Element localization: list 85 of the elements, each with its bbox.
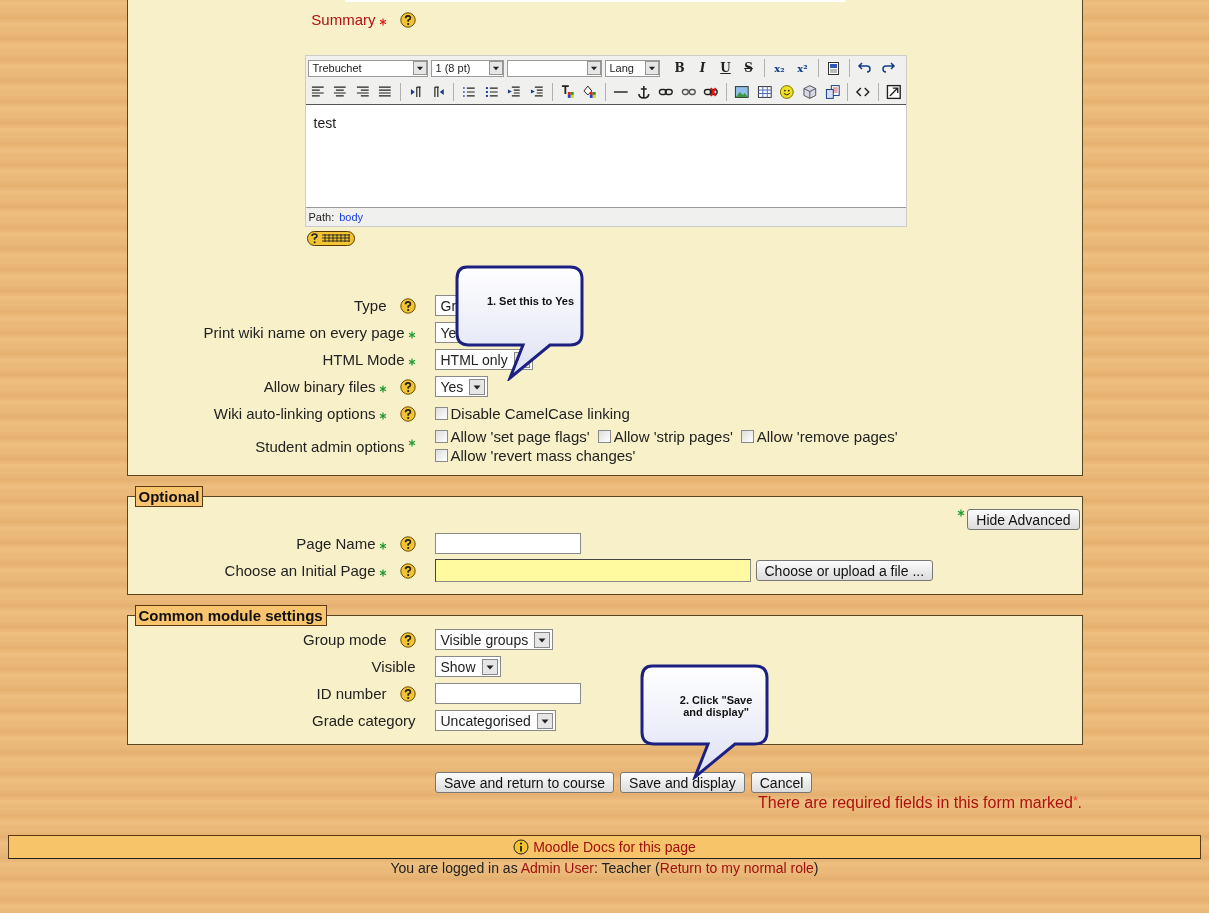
choose-file-button[interactable]: Choose or upload a file ... [755, 560, 934, 581]
callout-tooltip-text: 1. Set this to Yes [485, 295, 576, 307]
login-info: You are logged in as Admin User: Teacher (Return to my normal role) [389, 860, 820, 876]
required-icon [378, 569, 387, 577]
caret-icon [412, 61, 427, 75]
checkbox[interactable] [597, 430, 611, 443]
help-keyboard-icon[interactable] [306, 231, 355, 246]
checkbox[interactable] [434, 407, 448, 420]
smiley-icon[interactable] [777, 82, 797, 102]
section-legend: Optional [134, 486, 204, 507]
strike-button[interactable]: S [738, 58, 759, 78]
login-link[interactable]: Admin User [520, 860, 594, 876]
field-label: Student admin options [255, 437, 405, 455]
caret-icon [469, 378, 486, 395]
help-icon[interactable] [399, 405, 416, 422]
required-icon [378, 542, 387, 550]
checkbox-label: Allow 'set page flags' [450, 427, 590, 446]
checkbox[interactable] [434, 449, 448, 462]
form-button[interactable]: Save and display [620, 772, 745, 793]
checkbox-label: Allow 'revert mass changes' [450, 446, 636, 465]
help-icon[interactable] [399, 535, 416, 552]
font-select[interactable]: Trebuchet [307, 59, 428, 77]
caret-icon [644, 61, 659, 75]
required-icon [407, 439, 416, 447]
file-path-field[interactable] [434, 559, 751, 582]
help-icon[interactable] [399, 378, 416, 395]
callout-tooltip-text: 2. Click "Save and display" [678, 694, 754, 718]
language-select[interactable]: Lang [604, 59, 660, 77]
superscript-button[interactable]: x² [792, 58, 813, 78]
path-link[interactable]: body [339, 211, 364, 223]
hide-advanced-button[interactable]: Hide Advanced [967, 509, 1080, 530]
field-label: Visible [371, 658, 416, 675]
field-label: Group mode [303, 631, 387, 648]
input-field[interactable] [434, 533, 581, 554]
docs-link[interactable]: Moodle Docs for this page [533, 839, 696, 855]
info-icon [513, 839, 530, 855]
form-button[interactable]: Save and return to course [435, 772, 615, 793]
required-icon [378, 385, 387, 393]
caret-icon [488, 61, 503, 75]
field-label: HTML Mode [322, 351, 405, 368]
checkbox-label: Allow 'strip pages' [613, 427, 733, 446]
required-icon [378, 18, 387, 26]
form-button[interactable]: Cancel [750, 772, 813, 793]
required-icon [957, 509, 966, 517]
caret-icon [481, 658, 498, 675]
path-label: Path: [308, 211, 335, 223]
field-label: Allow binary files [263, 378, 376, 395]
dropdown[interactable]: Uncategorised [434, 710, 556, 731]
required-icon [407, 331, 416, 339]
caret-icon [536, 712, 553, 729]
required-icon [407, 358, 416, 366]
field-label: ID number [316, 685, 387, 702]
checkbox-label: Disable CamelCase linking [450, 404, 630, 423]
help-icon[interactable] [399, 11, 416, 28]
help-icon[interactable] [399, 562, 416, 579]
section-legend: Common module settings [134, 605, 327, 626]
editor-text-area[interactable]: test [305, 104, 906, 208]
format-select[interactable] [506, 59, 602, 77]
help-icon[interactable] [399, 631, 416, 648]
dropdown[interactable]: Yes [434, 376, 489, 397]
help-icon[interactable] [399, 297, 416, 314]
dropdown[interactable]: Visible groups [434, 629, 554, 650]
underline-button[interactable]: U [715, 58, 736, 78]
caret-icon [586, 61, 601, 75]
caret-icon [534, 631, 551, 648]
checkbox[interactable] [434, 430, 448, 443]
required-note: There are required fields in this form marked*. [757, 794, 1082, 812]
bold-button[interactable]: B [669, 58, 690, 78]
checkbox[interactable] [740, 430, 754, 443]
field-label: Wiki auto-linking options [213, 405, 376, 422]
field-label: Summary [311, 11, 376, 28]
dropdown[interactable]: Show [434, 656, 501, 677]
login-link[interactable]: Return to my normal role [659, 860, 814, 876]
size-select[interactable]: 1 (8 pt) [430, 59, 504, 77]
field-label: Print wiki name on every page [203, 324, 405, 341]
checkbox-label: Allow 'remove pages' [756, 427, 898, 446]
field-label: Choose an Initial Page [224, 562, 376, 579]
field-label: Page Name [296, 535, 376, 552]
italic-button[interactable]: I [692, 58, 713, 78]
field-label: Grade category [312, 712, 416, 729]
subscript-button[interactable]: x₂ [769, 58, 790, 78]
field-label: Type [353, 297, 387, 314]
required-icon [378, 412, 387, 420]
help-icon[interactable] [399, 685, 416, 702]
input-field[interactable] [434, 683, 581, 704]
